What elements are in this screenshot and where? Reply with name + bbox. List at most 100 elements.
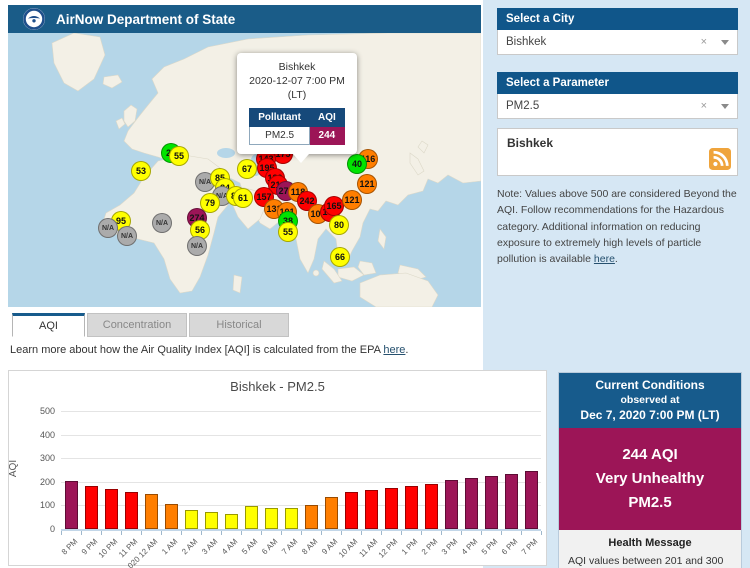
cc-title: Current Conditions bbox=[595, 378, 705, 392]
parameter-clear-icon[interactable]: × bbox=[701, 100, 707, 112]
page: AirNow Department of State 55 53 67 N/A … bbox=[0, 0, 750, 568]
learn-more-after: . bbox=[405, 344, 409, 356]
learn-more-before: Learn more about how the Air Quality Ind… bbox=[10, 344, 384, 356]
chart-y-tick-label: 100 bbox=[39, 500, 55, 511]
chart-x-tick-label: 4 PM bbox=[459, 537, 480, 557]
map-marker[interactable]: 55 bbox=[169, 146, 189, 166]
map-marker[interactable]: N/A bbox=[98, 218, 118, 238]
map-marker[interactable]: 40 bbox=[347, 154, 367, 174]
map-popup: Bishkek 2020-12-07 7:00 PM (LT) Pollutan… bbox=[237, 53, 357, 163]
chart-axis-tick bbox=[221, 531, 222, 535]
chart-axis-tick bbox=[521, 531, 522, 535]
chart-bar[interactable] bbox=[204, 511, 218, 529]
chart-bar[interactable] bbox=[224, 513, 238, 529]
chart-x-tick-label: 6 AM bbox=[260, 537, 280, 557]
tab-historical[interactable]: Historical bbox=[189, 313, 289, 337]
map-marker[interactable]: 61 bbox=[233, 188, 253, 208]
select-parameter-header: Select a Parameter bbox=[497, 72, 738, 94]
map-marker[interactable]: 53 bbox=[131, 161, 151, 181]
rss-feed-icon[interactable] bbox=[709, 148, 731, 170]
cc-observed-at: observed at bbox=[620, 394, 680, 406]
city-feed-box: Bishkek bbox=[497, 128, 738, 176]
chart-x-tick-label: 8 AM bbox=[300, 537, 320, 557]
chart-bar[interactable] bbox=[284, 508, 298, 529]
chart-x-tick-label: 3 AM bbox=[200, 537, 220, 557]
map-marker[interactable]: 80 bbox=[329, 215, 349, 235]
chart-bar[interactable] bbox=[144, 494, 158, 529]
map-marker[interactable]: 66 bbox=[330, 247, 350, 267]
map-marker[interactable]: 67 bbox=[237, 159, 257, 179]
chart-x-tick-label: 7 AM bbox=[280, 537, 300, 557]
chart-y-tick-label: 400 bbox=[39, 429, 55, 440]
chart-bar[interactable] bbox=[324, 497, 338, 529]
chart-bar[interactable] bbox=[444, 479, 458, 529]
chart-x-tick-label: 10 AM bbox=[336, 537, 360, 560]
map-marker[interactable]: 121 bbox=[342, 190, 362, 210]
map-marker[interactable]: N/A bbox=[117, 226, 137, 246]
chart-bar[interactable] bbox=[424, 483, 438, 529]
map-marker[interactable]: 121 bbox=[357, 174, 377, 194]
select-city-panel: Select a City Bishkek × bbox=[497, 8, 738, 55]
chart-axis-tick bbox=[401, 531, 402, 535]
chart-bar[interactable] bbox=[164, 504, 178, 529]
chart-bar[interactable] bbox=[364, 490, 378, 529]
cc-parameter: PM2.5 bbox=[628, 494, 672, 511]
chart-x-tick-label: 10 PM bbox=[96, 537, 120, 560]
tab-concentration[interactable]: Concentration bbox=[87, 313, 187, 337]
chart-x-tick-label: 12 PM bbox=[376, 537, 400, 560]
app-header: AirNow Department of State bbox=[8, 5, 481, 33]
city-select-value: Bishkek bbox=[506, 36, 547, 48]
chart-bar[interactable] bbox=[124, 492, 138, 529]
chart-bar[interactable] bbox=[464, 477, 478, 529]
chart-axis-tick bbox=[321, 531, 322, 535]
chart-axis-tick bbox=[441, 531, 442, 535]
chart-bar[interactable] bbox=[264, 508, 278, 529]
chart-y-tick-label: 0 bbox=[49, 524, 55, 534]
chart-bar[interactable] bbox=[524, 471, 538, 529]
city-select[interactable]: Bishkek × bbox=[497, 30, 738, 55]
chart-bar[interactable] bbox=[484, 475, 498, 529]
chart-bar[interactable] bbox=[244, 506, 258, 529]
chart-axis-tick bbox=[461, 531, 462, 535]
map-marker[interactable]: 55 bbox=[278, 222, 298, 242]
epa-here-link[interactable]: here bbox=[383, 344, 405, 356]
tab-aqi[interactable]: AQI bbox=[12, 313, 85, 337]
chart-bar[interactable] bbox=[384, 488, 398, 529]
city-clear-icon[interactable]: × bbox=[701, 36, 707, 48]
chart-bar[interactable] bbox=[64, 480, 78, 529]
current-conditions-header: Current Conditions observed at Dec 7, 20… bbox=[559, 373, 741, 428]
chart-axis-tick bbox=[201, 531, 202, 535]
chart-axis-tick bbox=[301, 531, 302, 535]
chart-bar[interactable] bbox=[504, 474, 518, 529]
chart-axis-tick bbox=[261, 531, 262, 535]
chart-x-tick-label: 6 PM bbox=[499, 537, 520, 557]
chart-x-tick-label: 1 AM bbox=[160, 537, 180, 557]
chart-bar[interactable] bbox=[404, 486, 418, 529]
world-aqi-map[interactable]: 23555367N/A8584N/A89617995N/AN/AN/A27456… bbox=[8, 33, 481, 307]
chart-axis-tick bbox=[81, 531, 82, 535]
chart-axis-tick bbox=[381, 531, 382, 535]
map-marker[interactable]: N/A bbox=[152, 213, 172, 233]
parameter-chevron-down-icon[interactable] bbox=[721, 103, 729, 109]
parameter-select[interactable]: PM2.5 × bbox=[497, 94, 738, 119]
chart-bar[interactable] bbox=[184, 510, 198, 529]
chart-axis-tick bbox=[361, 531, 362, 535]
chart-bar[interactable] bbox=[84, 485, 98, 529]
current-conditions-panel: Current Conditions observed at Dec 7, 20… bbox=[558, 372, 742, 568]
city-chevron-down-icon[interactable] bbox=[721, 39, 729, 45]
chart-gridline bbox=[61, 434, 541, 436]
dept-of-state-seal-icon bbox=[23, 8, 45, 30]
select-parameter-panel: Select a Parameter PM2.5 × bbox=[497, 72, 738, 119]
chart-bar[interactable] bbox=[104, 489, 118, 529]
map-marker[interactable]: N/A bbox=[187, 236, 207, 256]
chart-bar[interactable] bbox=[344, 491, 358, 529]
chart-bar[interactable] bbox=[304, 504, 318, 529]
cc-aqi-block: 244 AQI Very Unhealthy PM2.5 bbox=[559, 428, 741, 530]
parameter-select-value: PM2.5 bbox=[506, 100, 540, 112]
chart-x-tick-label: 8 PM bbox=[59, 537, 80, 557]
map-marker[interactable]: 165 bbox=[324, 196, 344, 216]
popup-col-pollutant: Pollutant bbox=[249, 107, 310, 127]
note-here-link[interactable]: here bbox=[594, 253, 615, 265]
chart-axis-tick bbox=[121, 531, 122, 535]
popup-city: Bishkek bbox=[278, 61, 316, 73]
